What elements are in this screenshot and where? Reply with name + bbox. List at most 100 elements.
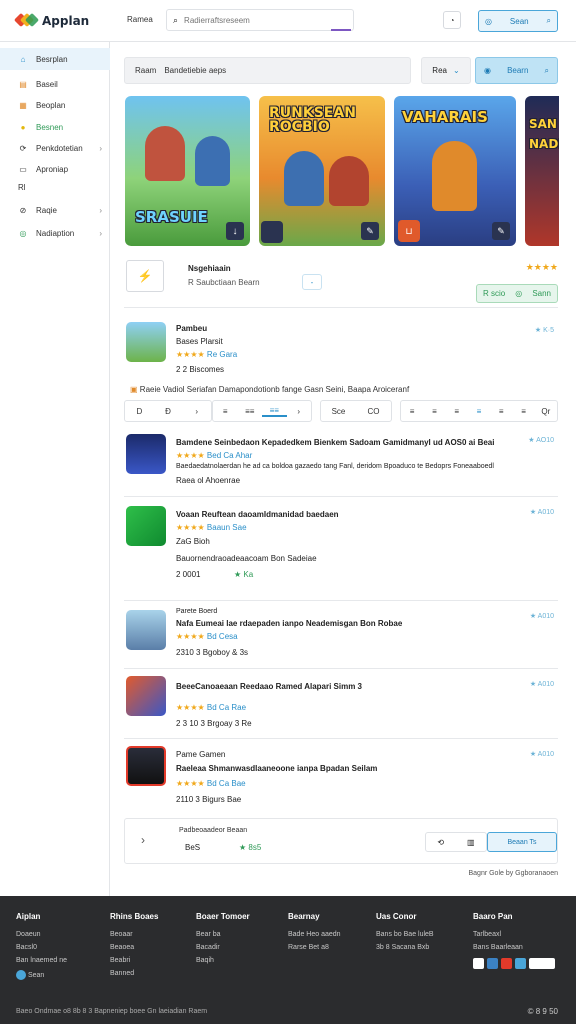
app-icon bbox=[126, 610, 166, 650]
toolbar-button[interactable]: Qr bbox=[535, 407, 557, 416]
footer-link[interactable]: Bans bo Bae luleB bbox=[376, 931, 434, 938]
featured-install-button[interactable]: R scio ◎ Sann bbox=[476, 284, 558, 303]
toolbar-button[interactable]: ≡≡ bbox=[238, 407, 263, 416]
app-description: Bauornendraoadeaacoam Bon Sadeiae bbox=[176, 554, 317, 563]
list-item[interactable]: Voaan Reuftean daoamIdmanidad baedaen ★★… bbox=[124, 504, 558, 592]
app-store-badge[interactable] bbox=[529, 958, 555, 969]
footer-link[interactable]: Bear ba bbox=[196, 931, 250, 938]
toolbar-button[interactable]: Sce bbox=[321, 407, 356, 416]
toolbar-button[interactable]: ≡ bbox=[446, 407, 468, 416]
instagram-icon[interactable] bbox=[515, 958, 526, 969]
game-banner-1[interactable]: SRASUIE ↓ bbox=[125, 96, 250, 246]
rating-stars: ★★★★ bbox=[176, 451, 205, 460]
tag-label: R scio bbox=[483, 289, 506, 298]
sidebar-item-label: Raqie bbox=[36, 205, 57, 215]
footer-link[interactable]: Banned bbox=[110, 970, 158, 977]
sidebar-item-share[interactable]: ⟳ Penkdotetian › bbox=[0, 137, 110, 159]
sidebar-item-coins[interactable]: ● Besnen bbox=[0, 116, 110, 138]
toolbar-button[interactable]: › bbox=[182, 407, 211, 416]
game-banner-3[interactable]: VAHARAIS ⊔ ✎ bbox=[394, 96, 516, 246]
toolbar-button[interactable]: Đ bbox=[154, 407, 183, 416]
chevron-right-icon[interactable]: › bbox=[141, 833, 145, 847]
footer-link[interactable]: 3b 8 Sacana Bxb bbox=[376, 944, 434, 951]
toolbar-button[interactable]: ≡ bbox=[468, 407, 490, 416]
download-icon[interactable]: ↓ bbox=[226, 222, 244, 240]
footer-link[interactable]: Tarlbeaxl bbox=[473, 931, 523, 938]
footer-link[interactable]: Bade Heo aaedn bbox=[288, 931, 341, 938]
top-nav-link[interactable]: Ramea bbox=[127, 15, 153, 24]
toolbar-group-2[interactable]: ≡ ≡≡ ≡≡ › bbox=[212, 400, 312, 422]
footer-link[interactable]: Beaoea bbox=[110, 944, 158, 951]
filter-dropdown[interactable]: Rea ⌄ bbox=[421, 57, 471, 84]
app-title: Voaan Reuftean daoamIdmanidad baedaen bbox=[176, 510, 339, 519]
footer-link[interactable]: Beoaar bbox=[110, 931, 158, 938]
main-search-box[interactable]: Raam Bandetiebie aeps bbox=[124, 57, 411, 84]
game-banner-2[interactable]: RUNKSEAN ROCBIO ✎ bbox=[259, 96, 385, 246]
footer-link-label: Sean bbox=[27, 971, 45, 979]
share-actions[interactable]: ⟲ ▥ bbox=[425, 832, 487, 852]
sidebar-item-home[interactable]: ⌂ Besrplan bbox=[0, 48, 110, 70]
sidebar-item-label: Besrplan bbox=[36, 54, 68, 64]
footer-link[interactable]: Bacadir bbox=[196, 944, 250, 951]
edit-icon[interactable]: ✎ bbox=[361, 222, 379, 240]
bell-icon: ◔ bbox=[449, 15, 455, 25]
app-icon bbox=[126, 434, 166, 474]
top-search-input[interactable] bbox=[184, 15, 325, 25]
app-logo[interactable]: Applan bbox=[13, 12, 89, 30]
character-art bbox=[432, 141, 477, 211]
twitter-icon[interactable] bbox=[487, 958, 498, 969]
download-icon[interactable]: ⊔ bbox=[398, 220, 420, 242]
toolbar-group-3[interactable]: Sce CO bbox=[320, 400, 392, 422]
toolbar-button[interactable]: ≡ bbox=[512, 407, 534, 416]
youtube-icon[interactable] bbox=[501, 958, 512, 969]
toolbar-button[interactable]: ≡ bbox=[213, 407, 238, 416]
toolbar-button[interactable]: D bbox=[125, 407, 154, 416]
sidebar-item-list[interactable]: ▤ Baseil bbox=[0, 73, 110, 95]
sidebar-item-people[interactable]: ▦ Beoplan bbox=[0, 94, 110, 116]
sidebar-item-tags[interactable]: ⊘ Raqie › bbox=[0, 199, 110, 221]
featured-app-icon[interactable]: ⚡ bbox=[126, 260, 164, 292]
buy-button[interactable]: Beaan Ts bbox=[487, 832, 557, 852]
book-icon[interactable]: ▥ bbox=[467, 838, 475, 847]
top-search-box[interactable]: ⌕ bbox=[166, 9, 354, 31]
list-item[interactable]: BeeeCanoaeaan Reedaao Ramed Alapari Simm… bbox=[124, 676, 558, 736]
rating-text: Bd Ca Rae bbox=[206, 703, 247, 712]
list-item[interactable]: Pambeu Bases Plarsit ★★★★ Re Gara 2 2 Bi… bbox=[124, 320, 558, 380]
footer-link[interactable]: Rarse Bet a8 bbox=[288, 944, 341, 951]
header-search-button[interactable]: ◎ Sean ⌕ bbox=[478, 10, 558, 32]
footer-link[interactable]: Sean bbox=[16, 970, 67, 980]
toolbar-button[interactable]: › bbox=[287, 407, 312, 416]
list-item[interactable]: Parete Boerd Nafa Eumeai lae rdaepaden i… bbox=[124, 608, 558, 668]
people-icon: ▦ bbox=[19, 100, 27, 110]
sidebar-item-flag[interactable]: Rl bbox=[0, 176, 110, 198]
app-icon bbox=[126, 746, 166, 786]
toolbar-button[interactable]: ≡ bbox=[490, 407, 512, 416]
app-developer: Bases Plarsit bbox=[176, 337, 223, 346]
list-item[interactable]: Pame Gamen Raeleaa Shmanwasdlaaneoone ia… bbox=[124, 746, 558, 810]
featured-chip[interactable]: - bbox=[302, 274, 322, 290]
toolbar-button[interactable]: ≡ bbox=[401, 407, 423, 416]
edit-icon[interactable]: ✎ bbox=[492, 222, 510, 240]
footer-link[interactable]: Beabri bbox=[110, 957, 158, 964]
footer-link[interactable]: Doaeun bbox=[16, 931, 67, 938]
toolbar-group-4[interactable]: ≡ ≡ ≡ ≡ ≡ ≡ Qr bbox=[400, 400, 558, 422]
toolbar-button[interactable]: ≡ bbox=[423, 407, 445, 416]
banner-title: RUNKSEAN ROCBIO bbox=[269, 105, 356, 135]
toolbar-group-1[interactable]: D Đ › bbox=[124, 400, 212, 422]
list-item[interactable]: Bamdene Seinbedaon Kepadedkem Bienkem Sa… bbox=[124, 432, 558, 494]
sidebar-item-navigation[interactable]: ◎ Nadiaption › bbox=[0, 222, 110, 244]
notification-button[interactable]: ◔ bbox=[443, 11, 461, 29]
facebook-icon[interactable] bbox=[473, 958, 484, 969]
game-banner-4[interactable]: SAN NADIO bbox=[525, 96, 559, 246]
footer-link[interactable]: Baqih bbox=[196, 957, 250, 964]
search-value[interactable]: Bandetiebie aeps bbox=[164, 66, 226, 75]
logo-mark-icon bbox=[13, 12, 40, 30]
share-icon[interactable]: ⟲ bbox=[437, 838, 444, 847]
footer-link[interactable]: Bans Baarleaan bbox=[473, 944, 523, 951]
main-search-button[interactable]: ◉ Bearn ⌕ bbox=[475, 57, 558, 84]
toolbar-button[interactable]: ≡≡ bbox=[262, 406, 287, 417]
app-meta: 2 0001 bbox=[176, 570, 201, 579]
toolbar-button[interactable]: CO bbox=[356, 407, 391, 416]
footer-link[interactable]: Bacsl0 bbox=[16, 944, 67, 951]
footer-link[interactable]: Ban lnaemed ne bbox=[16, 957, 67, 964]
